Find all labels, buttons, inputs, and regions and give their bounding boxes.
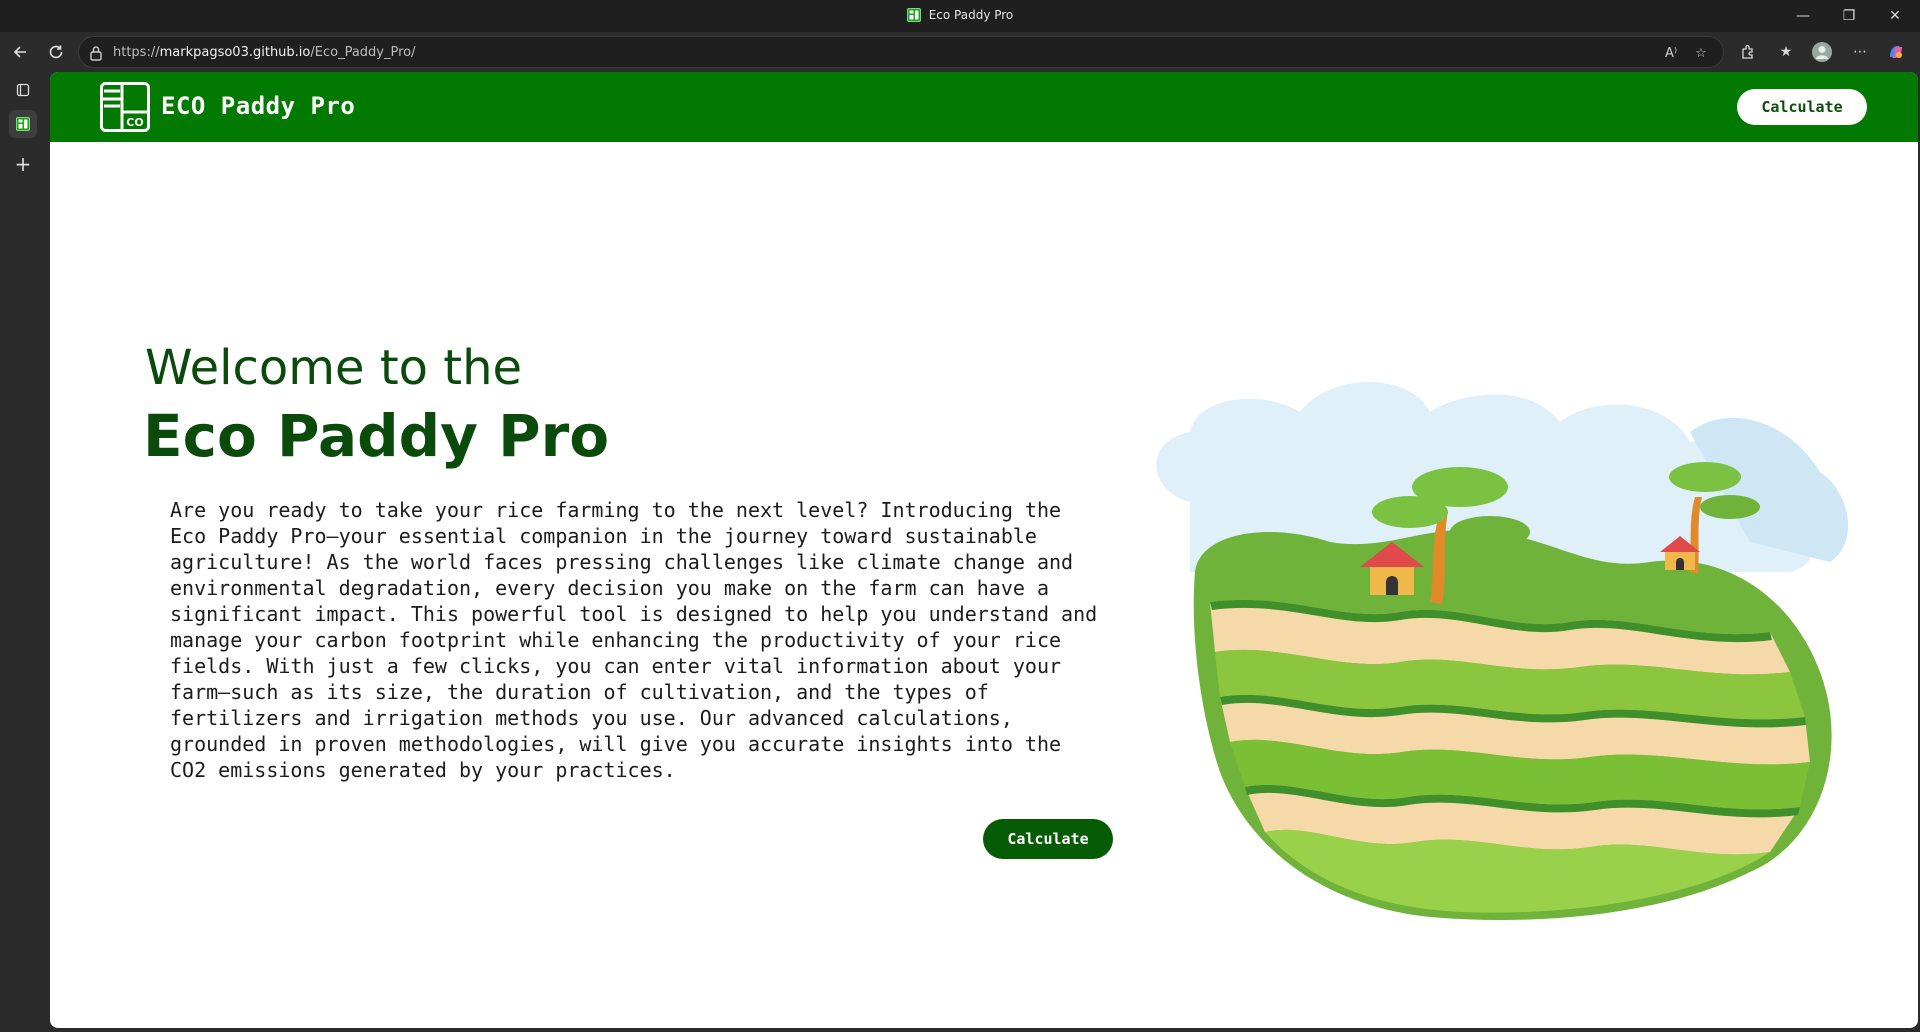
vertical-tabs-sidebar: + <box>0 72 46 1032</box>
url-host: markpagso03.github.io <box>159 45 311 60</box>
refresh-icon[interactable] <box>42 38 70 66</box>
logo-text: CO <box>126 116 143 129</box>
site-brand[interactable]: ECO Paddy Pro <box>161 92 355 120</box>
url-text[interactable]: https://markpagso03.github.io/Eco_Paddy_… <box>113 45 416 60</box>
read-aloud-icon[interactable]: A⁾ <box>1661 43 1681 63</box>
address-bar[interactable]: https://markpagso03.github.io/Eco_Paddy_… <box>78 36 1724 68</box>
header-calculate-button[interactable]: Calculate <box>1737 89 1867 125</box>
hero-welcome-text: Welcome to the <box>145 340 523 396</box>
url-path: /Eco_Paddy_Pro/ <box>310 45 416 60</box>
eco-logo-icon[interactable]: CO <box>100 82 150 132</box>
star-icon[interactable]: ☆ <box>1691 43 1711 63</box>
site-favicon-icon <box>906 8 921 22</box>
lock-icon[interactable] <box>89 45 103 61</box>
tab-eco-paddy-pro[interactable] <box>9 110 37 138</box>
restore-icon[interactable]: ❐ <box>1826 0 1872 32</box>
hero-description: Are you ready to take your rice farming … <box>170 498 1098 782</box>
hero-calculate-button[interactable]: Calculate <box>983 819 1113 859</box>
window-title: Eco Paddy Pro <box>928 8 1014 22</box>
copilot-icon[interactable] <box>1884 40 1908 64</box>
back-arrow-icon[interactable] <box>6 38 34 66</box>
browser-toolbar: https://markpagso03.github.io/Eco_Paddy_… <box>0 32 1920 72</box>
url-prefix: https:// <box>113 45 160 60</box>
favorites-icon[interactable]: ★ <box>1774 40 1798 64</box>
browser-titlebar: Eco Paddy Pro — ❐ ✕ <box>0 0 1920 32</box>
close-icon[interactable]: ✕ <box>1872 0 1918 32</box>
profile-avatar-icon[interactable] <box>1810 40 1834 64</box>
new-tab-icon[interactable]: + <box>9 150 37 178</box>
more-icon[interactable]: ⋯ <box>1848 40 1872 64</box>
hero-title: Eco Paddy Pro <box>143 402 610 470</box>
rice-terrace-illustration <box>1156 382 1849 920</box>
site-header: CO ECO Paddy Pro Calculate <box>50 72 1918 142</box>
extensions-icon[interactable] <box>1736 40 1760 64</box>
page-viewport: CO ECO Paddy Pro Calculate Welcome to th… <box>50 72 1918 1028</box>
minimize-icon[interactable]: — <box>1780 0 1826 32</box>
tab-actions-icon[interactable] <box>9 76 37 104</box>
terrace-hill <box>1193 529 1832 920</box>
window-title-wrap: Eco Paddy Pro <box>0 8 1920 22</box>
